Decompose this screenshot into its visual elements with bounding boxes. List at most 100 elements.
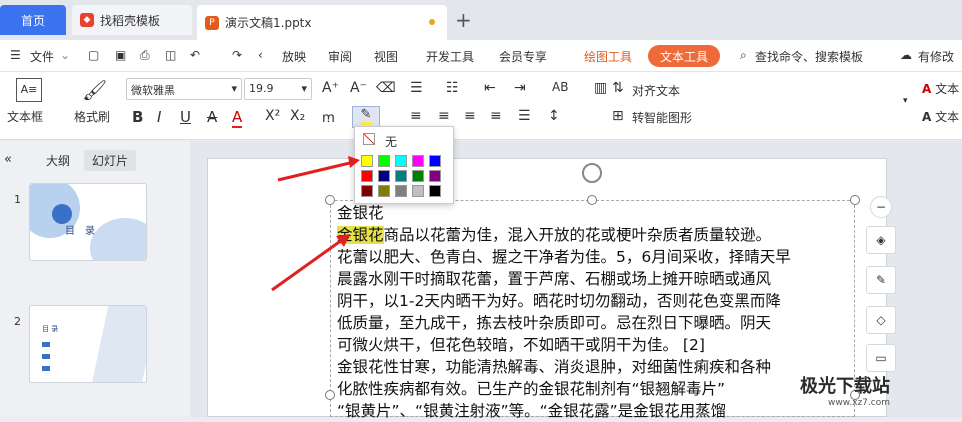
revision-label[interactable]: 有修改 [918,48,954,65]
italic-icon[interactable]: I [157,108,161,126]
color-swatch[interactable] [378,185,390,197]
menu-member[interactable]: 会员专享 [499,48,547,65]
decrease-font-icon[interactable]: A⁻ [350,80,367,96]
frame-icon[interactable]: ▭ [866,344,896,372]
color-swatch[interactable] [395,155,407,167]
resize-handle[interactable] [325,390,335,400]
preview-icon[interactable]: ◫ [165,48,176,62]
format-painter-button[interactable]: 格式刷 [74,108,110,125]
text-outline-icon: A [922,110,932,124]
smart-art-button[interactable]: 转智能图形 [632,109,692,126]
font-select[interactable]: 微软雅黑 ▾ [126,78,242,100]
format-painter-icon[interactable]: 🖌 [82,78,107,102]
clear-format-icon[interactable]: ⌫ [376,80,396,96]
text-line: 金银花商品以花蕾为佳，混入开放的花或梗叶杂质者质量较逊。 [337,224,855,246]
save-icon[interactable]: ▢ [88,48,99,62]
smart-art-icon[interactable]: ⊞ [612,108,624,124]
align-text-icon[interactable]: ⇅ [612,80,624,96]
text-outline-button[interactable]: A 文本 [922,108,959,125]
menu-draw-tools[interactable]: 绘图工具 [584,48,632,65]
search-command[interactable]: 查找命令、搜索模板 [755,48,863,65]
color-swatch[interactable] [429,185,441,197]
highlight-color-button[interactable]: ✎ [352,106,380,128]
tab-outline[interactable]: 大纲 [46,152,70,169]
color-swatch[interactable] [412,170,424,182]
align-right-icon[interactable]: ≡ [464,108,476,124]
indent-icon[interactable]: ⇥ [514,80,526,96]
align-text-button[interactable]: 对齐文本 [632,82,680,99]
superscript-icon[interactable]: X² [265,108,280,124]
no-color-icon[interactable] [363,133,375,145]
tab-template[interactable]: ◆ 找稻壳模板 [72,5,192,35]
slide-thumbnail-2[interactable]: 目 录 [29,305,147,383]
text-fill-button[interactable]: A 文本 [922,80,959,97]
undo-icon[interactable]: ↶ [190,48,200,62]
color-swatch[interactable] [395,170,407,182]
search-icon[interactable]: ⌕ [740,48,747,63]
layers-icon[interactable]: ◈ [866,226,896,254]
chevron-down-icon[interactable]: ⌄ [60,48,70,62]
tab-slides[interactable]: 幻灯片 [84,150,137,171]
menu-show[interactable]: 放映 [282,48,306,65]
phonetic-icon[interactable]: ꭑ [322,108,335,127]
distribute-icon[interactable]: ☰ [518,108,531,124]
text-direction-icon[interactable]: AB [552,80,568,94]
menu-view[interactable]: 视图 [374,48,398,65]
columns-icon[interactable]: ▥ [594,80,607,96]
tab-document[interactable]: P 演示文稿1.pptx [197,5,447,40]
subscript-icon[interactable]: X₂ [290,108,305,124]
cloud-icon[interactable]: ☁ [900,48,912,62]
text-line: 金银花性甘寒，功能清热解毒、消炎退肿，对细菌性痢疾和各种 [337,358,772,376]
thumb-title: 目 录 [42,325,59,333]
print-icon[interactable]: ⎙ [140,48,150,63]
textbox-icon[interactable]: A≡ [16,78,42,102]
fill-icon[interactable]: ◇ [866,306,896,334]
rotate-handle-icon[interactable] [582,163,602,183]
text-line: “银黄片”、“银黄注射液”等。“金银花露”是金银花用蒸馏 [337,402,727,420]
justify-icon[interactable]: ≡ [490,108,502,124]
bullet-list-icon[interactable]: ☰ [410,80,423,96]
textbox-button[interactable]: 文本框 [7,108,43,125]
collapse-panel-icon[interactable]: « [4,152,12,167]
line-spacing-icon[interactable]: ↕ [548,108,560,124]
menu-text-tools-label: 文本工具 [659,49,708,64]
unsaved-dot-icon [429,19,435,25]
menu-bar: ☰ 文件 ⌄ ▢ ▣ ⎙ ◫ ↶ ↷ ‹ 放映 审阅 视图 开发工具 会员专享 … [0,40,962,72]
align-left-icon[interactable]: ≡ [410,108,422,124]
color-swatch[interactable] [429,170,441,182]
annotation-arrows [271,156,360,292]
scroll-left-icon[interactable]: ‹ [258,48,263,62]
font-color-icon[interactable]: A [232,108,243,128]
pen-icon[interactable]: ✎ [866,266,896,294]
tab-home-label: 首页 [20,13,45,28]
strikethrough-icon[interactable]: A [207,108,217,126]
font-size-select[interactable]: 19.9 ▾ [244,78,312,100]
new-tab-icon[interactable]: + [455,8,472,32]
bold-icon[interactable]: B [132,108,143,126]
slide-body-text[interactable]: 金银花 金银花商品以花蕾为佳，混入开放的花或梗叶杂质者质量较逊。 花蕾以肥大、色… [337,202,855,422]
menu-text-tools[interactable]: 文本工具 [648,45,720,67]
no-color-option[interactable]: 无 [385,133,397,150]
text-fill-label: 文本 [935,82,960,96]
tab-home[interactable]: 首页 [0,5,66,35]
collapse-tools-icon[interactable]: − [870,196,892,218]
underline-icon[interactable]: U [180,108,191,126]
numbered-list-icon[interactable]: ☷ [446,80,459,96]
export-icon[interactable]: ▣ [115,48,126,62]
more-styles-icon[interactable]: ▾ [903,96,908,106]
align-center-icon[interactable]: ≡ [438,108,450,124]
color-swatch[interactable] [395,185,407,197]
menu-devtools[interactable]: 开发工具 [426,48,474,65]
color-swatch[interactable] [378,170,390,182]
slide-thumbnail-1[interactable]: 目 录 [29,183,147,261]
hamburger-icon[interactable]: ☰ [10,48,21,62]
menu-review[interactable]: 审阅 [328,48,352,65]
outdent-icon[interactable]: ⇤ [484,80,496,96]
color-swatch[interactable] [429,155,441,167]
menu-file[interactable]: 文件 [30,48,54,65]
color-swatch[interactable] [378,155,390,167]
color-swatch[interactable] [412,155,424,167]
color-swatch[interactable] [412,185,424,197]
redo-icon[interactable]: ↷ [232,48,242,62]
increase-font-icon[interactable]: A⁺ [322,80,339,96]
